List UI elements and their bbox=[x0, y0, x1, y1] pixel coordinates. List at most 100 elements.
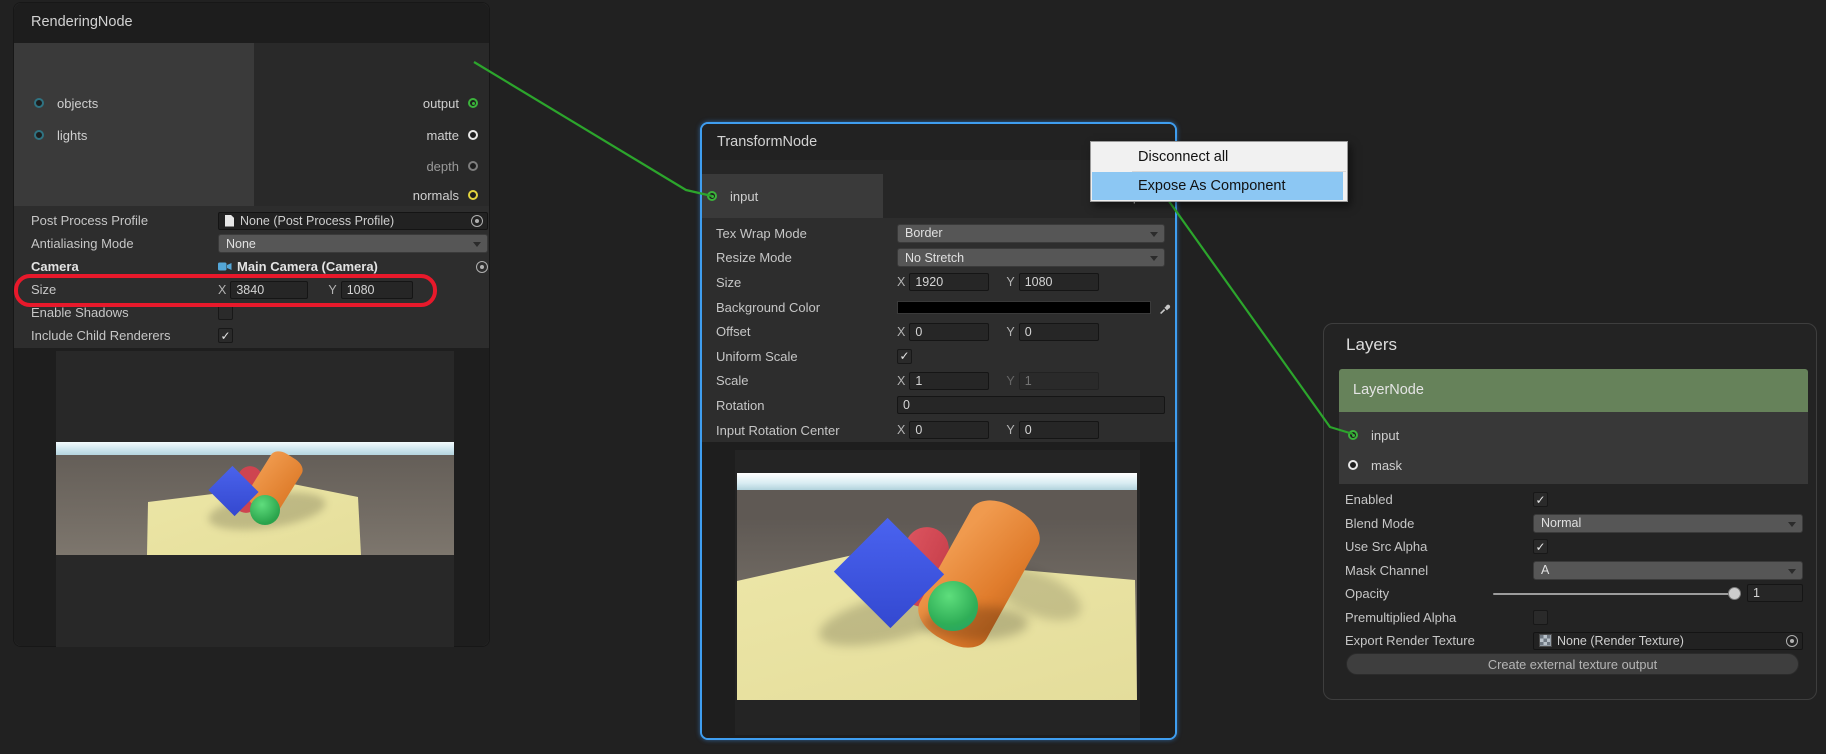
background-color-swatch[interactable] bbox=[897, 301, 1151, 314]
port-matte[interactable]: matte bbox=[426, 125, 478, 145]
row-uniform-scale: Uniform Scale ✓ bbox=[716, 344, 1175, 369]
rendering-node-preview bbox=[56, 351, 454, 647]
row-size: Size X 1920 Y 1080 bbox=[716, 270, 1175, 295]
camera-object-field[interactable]: Main Camera (Camera) bbox=[218, 259, 488, 274]
wire-rendering-to-transform[interactable] bbox=[474, 62, 712, 196]
menu-item-disconnect-all[interactable]: Disconnect all bbox=[1092, 143, 1346, 171]
rendered-image bbox=[56, 442, 454, 555]
row-input-rotation-center: Input Rotation Center X 0 Y 0 bbox=[716, 418, 1175, 443]
eyedropper-icon[interactable] bbox=[1159, 301, 1172, 314]
row-opacity: Opacity 1 bbox=[1345, 582, 1816, 606]
port-mask[interactable]: mask bbox=[1348, 455, 1402, 475]
port-depth[interactable]: depth bbox=[426, 156, 478, 176]
port-matte-icon[interactable] bbox=[468, 130, 478, 140]
row-include-child-renderers: Include Child Renderers ✓ bbox=[31, 324, 489, 347]
transform-node-title: TransformNode bbox=[717, 134, 817, 150]
port-input[interactable]: input bbox=[707, 186, 758, 206]
row-blend-mode: Blend Mode Normal bbox=[1345, 512, 1816, 536]
rotation-input[interactable]: 0 bbox=[897, 396, 1165, 414]
preview-sky bbox=[56, 442, 454, 455]
port-input-icon[interactable] bbox=[707, 191, 717, 201]
profile-asset-icon bbox=[225, 215, 234, 227]
rendering-node-panel: RenderingNode objects lights output matt… bbox=[13, 2, 490, 647]
transform-node-preview-section bbox=[702, 442, 1175, 738]
rendering-node-title: RenderingNode bbox=[31, 14, 133, 30]
row-premultiplied-alpha: Premultiplied Alpha bbox=[1345, 606, 1816, 630]
port-output-icon[interactable] bbox=[468, 98, 478, 108]
blend-mode-dropdown[interactable]: Normal bbox=[1533, 514, 1803, 533]
chevron-down-icon bbox=[1788, 522, 1796, 527]
uniform-scale-checkbox[interactable]: ✓ bbox=[897, 349, 912, 364]
chevron-down-icon bbox=[1150, 256, 1158, 261]
row-resize-mode: Resize Mode No Stretch bbox=[716, 246, 1175, 271]
row-use-src-alpha: Use Src Alpha ✓ bbox=[1345, 535, 1816, 559]
row-background-color: Background Color bbox=[716, 295, 1175, 320]
rendering-node-header[interactable]: RenderingNode bbox=[14, 3, 489, 43]
layer-node: LayerNode input mask bbox=[1339, 369, 1808, 484]
layer-node-properties: Enabled ✓ Blend Mode Normal Use Src Alph… bbox=[1324, 484, 1816, 650]
port-objects[interactable]: objects bbox=[34, 93, 98, 113]
chevron-down-icon bbox=[1788, 569, 1796, 574]
chevron-down-icon bbox=[1150, 232, 1158, 237]
tex-wrap-mode-dropdown[interactable]: Border bbox=[897, 224, 1165, 243]
row-antialiasing-mode: Antialiasing Mode None bbox=[31, 232, 489, 255]
port-input-dot bbox=[711, 195, 714, 198]
preview-green-sphere bbox=[250, 495, 280, 525]
post-process-profile-field[interactable]: None (Post Process Profile) bbox=[218, 212, 488, 230]
row-mask-channel: Mask Channel A bbox=[1345, 559, 1816, 583]
port-input[interactable]: input bbox=[1348, 425, 1399, 445]
premultiplied-alpha-checkbox[interactable] bbox=[1533, 610, 1548, 625]
transform-node-properties: Tex Wrap Mode Border Resize Mode No Stre… bbox=[702, 218, 1175, 442]
transform-node-panel: TransformNode input output Tex Wrap Mode… bbox=[700, 122, 1177, 740]
antialiasing-mode-dropdown[interactable]: None bbox=[218, 234, 488, 253]
resize-mode-dropdown[interactable]: No Stretch bbox=[897, 248, 1165, 267]
opacity-value-input[interactable]: 1 bbox=[1747, 584, 1803, 602]
offset-x-input[interactable]: 0 bbox=[909, 323, 989, 341]
port-output-dot bbox=[472, 102, 475, 105]
port-depth-icon[interactable] bbox=[468, 161, 478, 171]
row-offset: Offset X 0 Y 0 bbox=[716, 319, 1175, 344]
opacity-slider-track[interactable] bbox=[1493, 593, 1741, 595]
port-input-icon[interactable] bbox=[1348, 430, 1358, 440]
port-objects-icon[interactable] bbox=[34, 98, 44, 108]
size-y-input[interactable]: 1080 bbox=[1019, 273, 1099, 291]
object-picker-icon[interactable] bbox=[476, 261, 488, 273]
include-child-renderers-checkbox[interactable]: ✓ bbox=[218, 328, 233, 343]
rendered-image bbox=[737, 473, 1137, 700]
port-normals[interactable]: normals bbox=[413, 185, 478, 205]
menu-item-expose-as-component[interactable]: Expose As Component bbox=[1092, 172, 1343, 200]
layer-node-ports: input mask bbox=[1339, 412, 1808, 484]
port-lights[interactable]: lights bbox=[34, 125, 87, 145]
row-post-process-profile: Post Process Profile None (Post Process … bbox=[31, 209, 489, 232]
offset-y-input[interactable]: 0 bbox=[1019, 323, 1099, 341]
row-rotation: Rotation 0 bbox=[716, 393, 1175, 418]
port-normals-icon[interactable] bbox=[468, 190, 478, 200]
use-src-alpha-checkbox[interactable]: ✓ bbox=[1533, 539, 1548, 554]
port-mask-icon[interactable] bbox=[1348, 460, 1358, 470]
scale-y-input-disabled: 1 bbox=[1019, 372, 1099, 390]
mask-channel-dropdown[interactable]: A bbox=[1533, 561, 1803, 580]
export-render-texture-field[interactable]: None (Render Texture) bbox=[1533, 632, 1803, 650]
size-x-input[interactable]: 1920 bbox=[909, 273, 989, 291]
layer-node-header[interactable]: LayerNode bbox=[1339, 369, 1808, 412]
row-enabled: Enabled ✓ bbox=[1345, 488, 1816, 512]
camera-icon bbox=[218, 261, 232, 272]
create-external-texture-output-button[interactable]: Create external texture output bbox=[1346, 653, 1799, 675]
rotation-center-x-input[interactable]: 0 bbox=[909, 421, 989, 439]
enable-shadows-checkbox[interactable] bbox=[218, 305, 233, 320]
size-annotation-highlight bbox=[14, 274, 437, 307]
scale-x-input[interactable]: 1 bbox=[909, 372, 989, 390]
port-lights-icon[interactable] bbox=[34, 130, 44, 140]
port-input-dot bbox=[1352, 434, 1355, 437]
rotation-center-y-input[interactable]: 0 bbox=[1019, 421, 1099, 439]
preview-sky bbox=[737, 473, 1137, 490]
opacity-slider-knob[interactable] bbox=[1728, 587, 1741, 600]
row-tex-wrap-mode: Tex Wrap Mode Border bbox=[716, 221, 1175, 246]
port-output[interactable]: output bbox=[423, 93, 478, 113]
enabled-checkbox[interactable]: ✓ bbox=[1533, 492, 1548, 507]
layer-node-title: LayerNode bbox=[1353, 382, 1424, 398]
object-picker-icon[interactable] bbox=[1786, 635, 1798, 647]
chevron-down-icon bbox=[473, 242, 481, 247]
object-picker-icon[interactable] bbox=[471, 215, 483, 227]
preview-green-sphere bbox=[928, 581, 978, 631]
